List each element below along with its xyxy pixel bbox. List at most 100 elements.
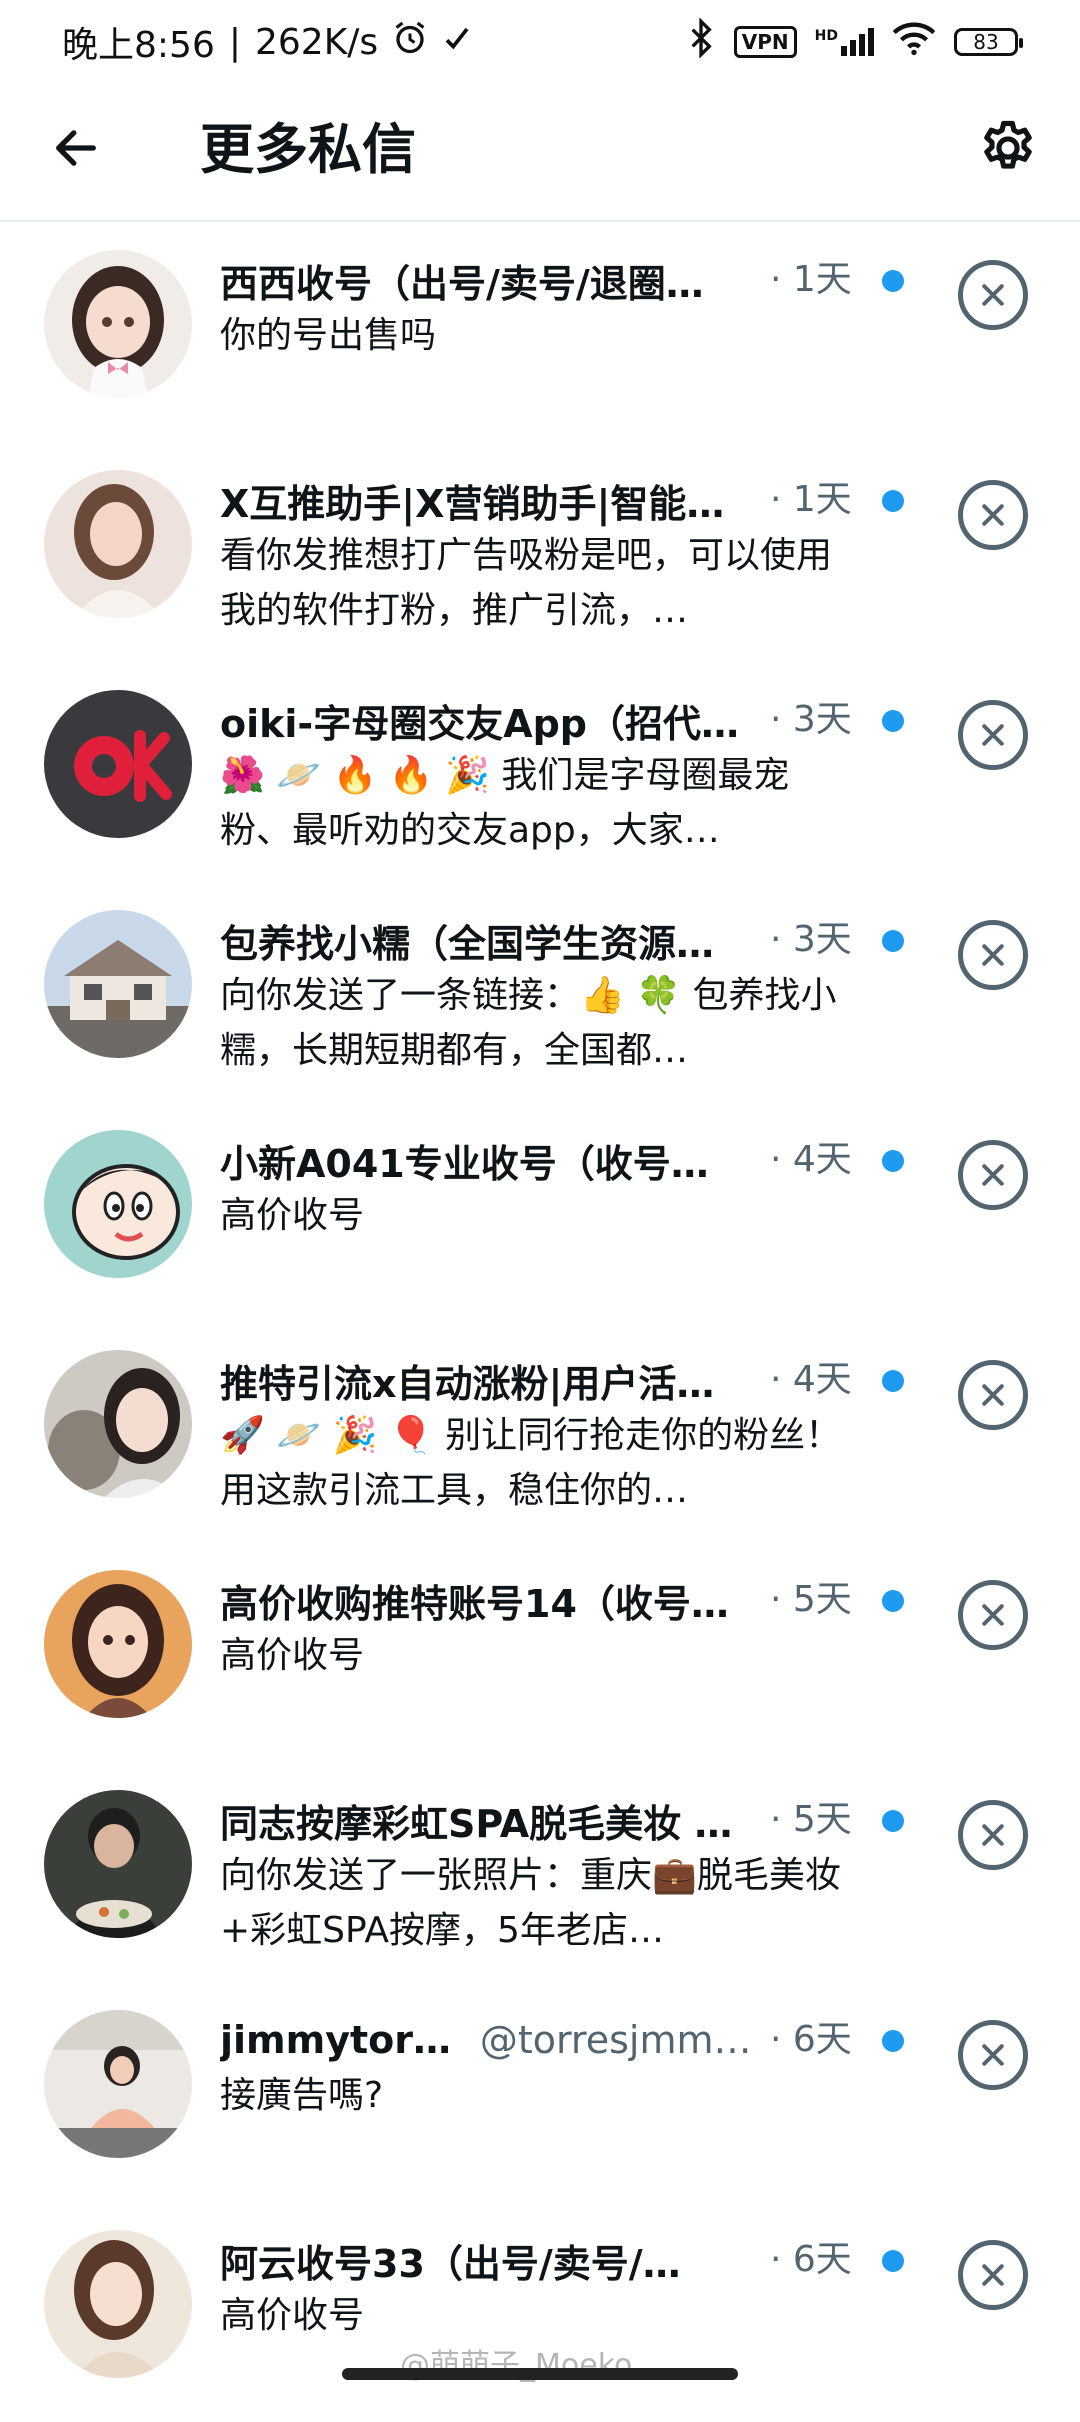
unread-dot-icon [882,1370,904,1392]
dismiss-button[interactable] [958,260,1028,330]
conversation-name: jimmytorres [220,2018,468,2062]
conversation-row[interactable]: 同志按摩彩虹SPA脱毛美妆 … · 5天 向你发送了一张照片：重庆💼脱毛美妆+彩… [0,1762,1080,1982]
check-icon [442,22,472,63]
network-speed: 262K/s [254,21,379,63]
message-preview: 🌺 🪐 🔥 🔥 🎉 我们是字母圈最宠粉、最听劝的交友app，大家… [220,755,790,851]
unread-dot-icon [882,930,904,952]
conversation-time: · 4天 [770,1139,852,1180]
close-icon [982,504,1004,526]
conversation-name: 阿云收号33（出号/卖号/… [220,2241,681,2286]
conversation-name: 小新A041专业收号（收号… [220,1141,709,1186]
dismiss-button[interactable] [958,480,1028,550]
conversation-name: 西西收号（出号/卖号/退圈… [220,261,704,306]
name-line: oiki-字母圈交友App（招代… [220,692,860,748]
name-line: X互推助手|X营销助手|智能… [220,472,860,528]
unread-dot-icon [882,1810,904,1832]
avatar[interactable] [44,1350,192,1498]
avatar[interactable] [44,2010,192,2158]
conversation-time: · 3天 [770,699,852,740]
conversation-row[interactable]: jimmytorres @torresjmmy… · 6天 接廣告嗎? [0,1982,1080,2202]
wifi-icon [892,20,936,65]
battery-level: 83 [973,30,999,54]
message-preview: 看你发推想打广告吸粉是吧，可以使用我的软件打粉，推广引流，… [220,535,833,631]
page-title: 更多私信 [200,118,416,181]
status-bar: 晚上8:56 | 262K/s VPN HD 83 [0,0,1080,84]
gear-icon [977,117,1039,183]
close-icon [982,1824,1004,1846]
dismiss-button[interactable] [958,1140,1028,1210]
conversation-time: · 6天 [770,2239,852,2280]
name-line: 推特引流x自动涨粉|用户活… [220,1352,860,1408]
close-icon [982,284,1004,306]
conversation-time: · 6天 [770,2019,852,2060]
conversation-row[interactable]: 高价收购推特账号14（收号… · 5天 高价收号 [0,1542,1080,1762]
status-time: 晚上8:56 [62,25,215,66]
battery-indicator: 83 [954,28,1023,56]
dismiss-button[interactable] [958,1360,1028,1430]
avatar[interactable] [44,690,192,838]
status-right: VPN HD 83 [686,16,1023,67]
avatar[interactable] [44,1790,192,1938]
conversation-time: · 1天 [770,479,852,520]
dismiss-button[interactable] [958,920,1028,990]
unread-dot-icon [882,1150,904,1172]
settings-button[interactable] [972,114,1044,186]
name-line: 西西收号（出号/卖号/退圈… [220,252,860,308]
signal-icon: HD [815,28,874,56]
home-indicator[interactable] [342,2368,738,2380]
name-line: 高价收购推特账号14（收号… [220,1572,860,1628]
conversation-name: 同志按摩彩虹SPA脱毛美妆 … [220,1801,733,1846]
close-icon [982,2044,1004,2066]
back-arrow-icon [50,122,102,178]
message-preview: 向你发送了一张照片：重庆💼脱毛美妆+彩虹SPA按摩，5年老店… [220,1855,841,1951]
close-icon [982,1384,1004,1406]
status-left: 晚上8:56 | 262K/s [62,16,472,68]
name-line: 包养找小糯（全国学生资源… [220,912,860,968]
conversation-time: · 5天 [770,1799,852,1840]
name-wrap: jimmytorres @torresjmmy… [220,2018,760,2062]
unread-dot-icon [882,1590,904,1612]
conversation-row[interactable]: X互推助手|X营销助手|智能… · 1天 看你发推想打广告吸粉是吧，可以使用我的… [0,442,1080,662]
avatar[interactable] [44,910,192,1058]
close-icon [982,1604,1004,1626]
name-line: 同志按摩彩虹SPA脱毛美妆 … [220,1792,860,1848]
message-preview: 高价收号 [220,2295,365,2336]
unread-dot-icon [882,490,904,512]
conversation-time: · 3天 [770,919,852,960]
conversation-row[interactable]: 阿云收号33（出号/卖号/… · 6天 高价收号 [0,2202,1080,2422]
back-button[interactable] [44,118,108,182]
message-preview: 高价收号 [220,1635,365,1676]
avatar[interactable] [44,470,192,618]
name-line: 小新A041专业收号（收号… [220,1132,860,1188]
conversation-handle: @torresjmmy… [479,2018,760,2062]
conversation-row[interactable]: 包养找小糯（全国学生资源… · 3天 向你发送了一条链接：👍 🍀 包养找小糯，长… [0,882,1080,1102]
name-line: jimmytorres @torresjmmy… [220,2012,860,2068]
dismiss-button[interactable] [958,700,1028,770]
name-line: 阿云收号33（出号/卖号/… [220,2232,860,2288]
conversation-row[interactable]: oiki-字母圈交友App（招代… · 3天 🌺 🪐 🔥 🔥 🎉 我们是字母圈最… [0,662,1080,882]
bluetooth-icon [686,16,716,67]
conversation-name: X互推助手|X营销助手|智能… [220,481,725,526]
conversation-row[interactable]: 小新A041专业收号（收号… · 4天 高价收号 [0,1102,1080,1322]
unread-dot-icon [882,270,904,292]
message-preview: 高价收号 [220,1195,365,1236]
page-header: 更多私信 [0,84,1080,222]
dismiss-button[interactable] [958,2020,1028,2090]
conversation-row[interactable]: 西西收号（出号/卖号/退圈… · 1天 你的号出售吗 [0,222,1080,442]
vpn-badge: VPN [733,26,797,58]
avatar[interactable] [44,2230,192,2378]
conversation-row[interactable]: 推特引流x自动涨粉|用户活… · 4天 🚀 🪐 🎉 🎈 别让同行抢走你的粉丝！用… [0,1322,1080,1542]
message-preview: 接廣告嗎? [220,2075,384,2116]
conversation-time: · 5天 [770,1579,852,1620]
avatar[interactable] [44,1570,192,1718]
conversation-name: 高价收购推特账号14（收号… [220,1581,729,1626]
dismiss-button[interactable] [958,1800,1028,1870]
avatar[interactable] [44,1130,192,1278]
unread-dot-icon [882,2250,904,2272]
dismiss-button[interactable] [958,2240,1028,2310]
avatar[interactable] [44,250,192,398]
alarm-icon [392,20,428,65]
dismiss-button[interactable] [958,1580,1028,1650]
unread-dot-icon [882,710,904,732]
message-preview: 你的号出售吗 [220,315,437,356]
